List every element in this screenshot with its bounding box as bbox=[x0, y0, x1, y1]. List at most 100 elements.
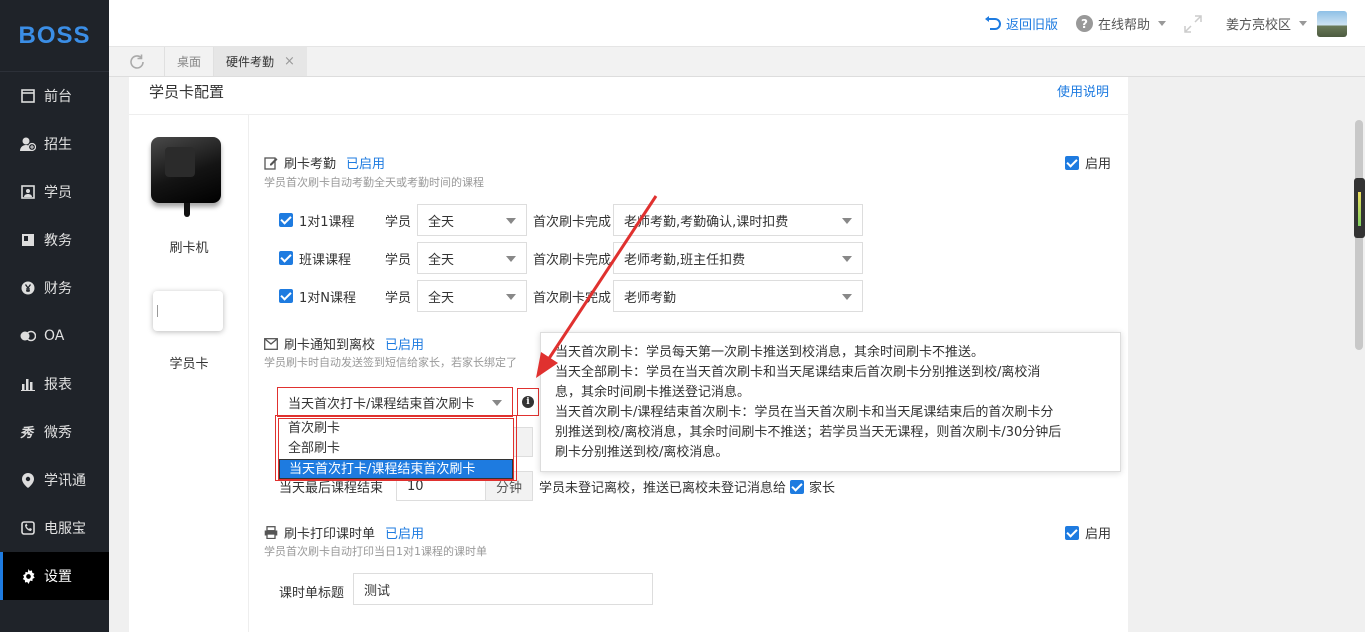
edit-icon bbox=[264, 156, 278, 170]
course-name: 1对N课程 bbox=[299, 290, 356, 306]
dropdown-option-all[interactable]: 全部刷卡 bbox=[279, 439, 513, 459]
student-card-image bbox=[153, 291, 223, 331]
envelope-icon bbox=[264, 337, 278, 350]
scope-select[interactable]: 全天 bbox=[417, 204, 528, 236]
back-label: 返回旧版 bbox=[1005, 18, 1058, 33]
dropdown-arrow-icon bbox=[506, 294, 517, 300]
dropdown-option-first-and-end[interactable]: 当天首次打卡/课程结束首次刷卡 bbox=[279, 459, 513, 479]
action-select[interactable]: 老师考勤,考勤确认,课时扣费 bbox=[613, 204, 864, 236]
course-checkbox[interactable] bbox=[279, 289, 293, 303]
enable-label: 启用 bbox=[1085, 157, 1112, 172]
sidebar-item-label: 学员 bbox=[44, 185, 72, 201]
usage-guide-link[interactable]: 使用说明 bbox=[1057, 81, 1109, 100]
sidebar-item-label: 学讯通 bbox=[44, 473, 86, 489]
tooltip-line: 当天全部刷卡：学员在当天首次刷卡和当天尾课结束后首次刷卡分别推送到校/离校消 bbox=[555, 365, 1041, 380]
action-value: 老师考勤,考勤确认,课时扣费 bbox=[624, 214, 789, 230]
first-swipe-label: 首次刷卡完成 bbox=[533, 252, 612, 268]
sidebar-item-settings[interactable]: 设置 bbox=[0, 552, 109, 600]
campus-label: 姜方亮校区 bbox=[1225, 18, 1291, 33]
sidebar: BOSS 前台 招生 学员 教务 财务 OA 报表 秀 微秀 学讯通 电服宝 设… bbox=[0, 0, 109, 632]
attendance-enable-checkbox[interactable]: 启用 bbox=[1065, 153, 1111, 172]
sidebar-item-reports[interactable]: 报表 bbox=[0, 360, 109, 408]
sidebar-item-label: OA bbox=[44, 328, 65, 344]
sidebar-item-oa[interactable]: OA bbox=[0, 312, 109, 360]
location-icon bbox=[20, 472, 36, 488]
sidebar-item-academic[interactable]: 教务 bbox=[0, 216, 109, 264]
notify-mode-tooltip: 当天首次刷卡：学员每天第一次刷卡推送到校消息，其余时间刷卡不推送。 当天全部刷卡… bbox=[540, 332, 1121, 472]
notify-mode-select[interactable]: 当天首次打卡/课程结束首次刷卡 bbox=[277, 387, 513, 417]
sidebar-item-enrollment[interactable]: 招生 bbox=[0, 120, 109, 168]
scope-value: 全天 bbox=[428, 252, 455, 268]
dropdown-arrow-icon bbox=[842, 256, 853, 262]
back-to-old-version-link[interactable]: 返回旧版 bbox=[984, 14, 1058, 33]
notify-desc: 学员刷卡时自动发送签到短信给家长，若家长绑定了 bbox=[264, 356, 517, 369]
attendance-title: 刷卡考勤 bbox=[284, 157, 337, 172]
refresh-button[interactable] bbox=[109, 47, 164, 76]
card-reader-cable bbox=[184, 203, 190, 217]
action-value: 老师考勤,班主任扣费 bbox=[624, 252, 746, 268]
dropdown-option-first[interactable]: 首次刷卡 bbox=[279, 419, 513, 439]
top-bar: 返回旧版 ? 在线帮助 姜方亮校区 bbox=[109, 0, 1365, 47]
side-widget-handle[interactable] bbox=[1354, 178, 1365, 238]
sidebar-item-dianfubao[interactable]: 电服宝 bbox=[0, 504, 109, 552]
notify-mode-dropdown: 首次刷卡 全部刷卡 当天首次打卡/课程结束首次刷卡 bbox=[278, 418, 514, 480]
tabs-bar: 桌面 硬件考勤 × bbox=[109, 47, 1365, 77]
action-select[interactable]: 老师考勤 bbox=[613, 280, 864, 312]
chevron-down-icon bbox=[1157, 21, 1166, 26]
student-label: 学员 bbox=[385, 252, 412, 268]
parent-checkbox[interactable] bbox=[790, 479, 805, 494]
campus-selector[interactable]: 姜方亮校区 bbox=[1225, 10, 1347, 37]
tooltip-line: 当天首次刷卡/课程结束首次刷卡：学员在当天首次刷卡和当天尾课结束后的首次刷卡分 bbox=[555, 405, 1054, 420]
course-checkbox[interactable] bbox=[279, 251, 293, 265]
sidebar-item-xuexuntong[interactable]: 学讯通 bbox=[0, 456, 109, 504]
svg-text:秀: 秀 bbox=[20, 425, 35, 439]
action-select[interactable]: 老师考勤,班主任扣费 bbox=[613, 242, 864, 274]
scope-value: 全天 bbox=[428, 290, 455, 306]
oa-icon bbox=[20, 328, 36, 344]
page-title: 学员卡配置 bbox=[149, 83, 225, 101]
brand-logo[interactable]: BOSS bbox=[0, 0, 109, 72]
dropdown-arrow-icon bbox=[506, 218, 517, 224]
sidebar-item-label: 微秀 bbox=[44, 425, 72, 441]
help-label: 在线帮助 bbox=[1097, 18, 1150, 33]
print-title: 刷卡打印课时单 bbox=[284, 527, 376, 542]
online-help-menu[interactable]: ? 在线帮助 bbox=[1075, 14, 1166, 33]
scope-select[interactable]: 全天 bbox=[417, 242, 528, 274]
tooltip-line: 别推送到校/离校消息，其余时间刷卡不推送；若学员当天无课程，则首次刷卡/30分钟… bbox=[555, 425, 1062, 440]
checkbox-checked-icon bbox=[1065, 525, 1079, 540]
tooltip-line: 刷卡分别推送到校/离校消息。 bbox=[555, 445, 729, 460]
sidebar-item-label: 报表 bbox=[44, 377, 72, 393]
sidebar-item-label: 设置 bbox=[44, 569, 72, 585]
print-enable-checkbox[interactable]: 启用 bbox=[1065, 523, 1111, 542]
sidebar-item-students[interactable]: 学员 bbox=[0, 168, 109, 216]
device-column: 刷卡机 学员卡 bbox=[129, 115, 249, 632]
course-checkbox[interactable] bbox=[279, 213, 293, 227]
sidebar-item-finance[interactable]: 财务 bbox=[0, 264, 109, 312]
info-button[interactable]: i bbox=[517, 388, 539, 416]
info-icon: i bbox=[522, 396, 534, 408]
first-swipe-label: 首次刷卡完成 bbox=[533, 290, 612, 306]
sidebar-item-weixiu[interactable]: 秀 微秀 bbox=[0, 408, 109, 456]
sidebar-item-label: 教务 bbox=[44, 233, 72, 249]
sidebar-item-frontdesk[interactable]: 前台 bbox=[0, 72, 109, 120]
attendance-row-class: 班课课程 学员 全天 首次刷卡完成 老师考勤,班主任扣费 bbox=[279, 242, 864, 274]
card-reader-label: 刷卡机 bbox=[169, 241, 209, 256]
student-label: 学员 bbox=[385, 214, 412, 230]
attendance-status: 已启用 bbox=[346, 157, 386, 172]
close-icon[interactable]: × bbox=[284, 54, 295, 69]
refresh-icon bbox=[129, 54, 144, 69]
avatar[interactable] bbox=[1317, 10, 1347, 37]
tab-desktop[interactable]: 桌面 bbox=[164, 47, 213, 76]
user-plus-icon bbox=[20, 136, 36, 152]
scope-select[interactable]: 全天 bbox=[417, 280, 528, 312]
tab-label: 硬件考勤 bbox=[226, 55, 275, 69]
fullscreen-button[interactable] bbox=[1184, 14, 1202, 33]
printer-icon bbox=[264, 526, 278, 539]
sidebar-item-label: 财务 bbox=[44, 281, 72, 297]
tab-hardware-attendance[interactable]: 硬件考勤 × bbox=[213, 47, 307, 76]
desktop-icon bbox=[20, 88, 36, 104]
attendance-row-1onN: 1对N课程 学员 全天 首次刷卡完成 老师考勤 bbox=[279, 280, 864, 312]
receipt-title-input[interactable]: 测试 bbox=[353, 573, 653, 605]
checkbox-checked-icon bbox=[1065, 155, 1079, 170]
dropdown-arrow-icon bbox=[492, 400, 502, 406]
